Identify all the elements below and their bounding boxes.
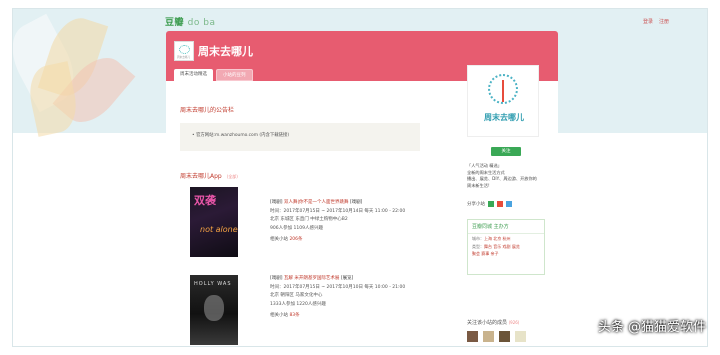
event-related-count[interactable]: 206条	[289, 237, 302, 242]
app-section-label: 周末去哪儿App	[180, 173, 222, 180]
member-avatar[interactable]	[483, 331, 494, 342]
dandelion-stem	[502, 80, 504, 102]
event-title[interactable]: [戏剧] 瓦解 米开朗基罗国际艺术展 [展览]	[270, 275, 470, 284]
board-notice: • 官方网站:m.wanzhoumo.com (内含下载链接)	[180, 123, 420, 151]
event-place: 北京 东城区 东直门 中绿土购物中心B2	[270, 217, 348, 222]
site-tabs: 周末活动精选 小站的豆列	[174, 69, 253, 81]
share-row: 分享小站	[467, 201, 512, 207]
site-description: 「人气活动 精选」 全新的周末生活方式 播出、展览、DIY、周边游、开放你的 周…	[467, 163, 537, 188]
browser-frame: 豆瓣 do ba 登录 注册 周末去哪儿 周末去哪儿 周末活动精选 小站的豆列 …	[12, 8, 708, 347]
app-section-more-link[interactable]: (全部)	[227, 174, 238, 179]
tab-featured-events[interactable]: 周末活动精选	[174, 69, 213, 81]
share-weibo-icon[interactable]	[497, 201, 503, 207]
members-count[interactable]: (926)	[509, 320, 520, 325]
douban-logo[interactable]: 豆瓣 do ba	[165, 15, 215, 28]
event-title[interactable]: [戏剧] 双人舞|你不是一个人面世界跳舞 [戏剧]	[270, 199, 470, 208]
event-related: 相关小站 206条	[270, 237, 303, 242]
poster-subtitle: not alone	[200, 225, 238, 234]
site-brand-card: 周末去哪儿	[467, 65, 539, 137]
brand-name: 周末去哪儿	[484, 113, 524, 122]
organizer-line: 聚会 赛事 亲子	[472, 251, 499, 256]
poster-portrait	[204, 295, 224, 321]
member-avatars	[467, 331, 526, 342]
member-avatar[interactable]	[467, 331, 478, 342]
members-title: 关注该小站的成员 (926)	[467, 320, 520, 326]
register-link[interactable]: 注册	[659, 18, 669, 25]
site-logo-icon	[179, 45, 190, 54]
event-people: 906人参加 1109人感兴趣	[270, 225, 323, 231]
event-people: 1333人参加 1220人感兴趣	[270, 301, 326, 307]
event-poster[interactable]: 双袭 not alone	[190, 187, 238, 257]
event-related-count[interactable]: 83条	[289, 313, 299, 318]
site-title: 周末去哪儿	[198, 45, 253, 58]
app-section-title: 周末去哪儿App (全部)	[180, 171, 238, 180]
event-item: [戏剧] 双人舞|你不是一个人面世界跳舞 [戏剧] 时间：2017年07月15日…	[270, 199, 470, 245]
share-douban-icon[interactable]	[488, 201, 494, 207]
watermark: 头条 @猫猫爱软件	[597, 320, 706, 335]
poster-title: HOLLY WAS	[194, 281, 232, 287]
event-item: [戏剧] 瓦解 米开朗基罗国际艺术展 [展览] 时间：2017年07月15日 ~…	[270, 275, 470, 321]
event-time: 时间：2017年07月15日 ~ 2017年10月10日 每天 10:00 - …	[270, 284, 406, 290]
organizer-line: 类型：舞台 音乐 戏剧 展览	[472, 243, 520, 249]
member-avatar[interactable]	[515, 331, 526, 342]
site-avatar-caption: 周末去哪儿	[177, 56, 190, 59]
login-link[interactable]: 登录	[643, 18, 653, 25]
auth-links: 登录 注册	[643, 18, 669, 25]
organizer-line: 城市：上海 北京 杭州	[472, 236, 511, 241]
event-poster[interactable]: HOLLY WAS	[190, 275, 238, 345]
poster-title: 双袭	[194, 194, 216, 207]
share-label: 分享小站	[467, 202, 485, 207]
event-place: 北京 朝阳区 马家文化中心	[270, 293, 323, 298]
share-qzone-icon[interactable]	[506, 201, 512, 207]
event-related: 相关小站 83条	[270, 313, 300, 318]
site-avatar[interactable]: 周末去哪儿	[174, 41, 194, 61]
tab-doulist[interactable]: 小站的豆列	[216, 69, 253, 81]
member-avatar[interactable]	[499, 331, 510, 342]
organizer-title[interactable]: 豆瓣同城 主办方	[468, 220, 544, 234]
follow-button[interactable]: 关注	[491, 147, 521, 156]
event-time: 时间：2017年07月15日 ~ 2017年10月14日 每天 11:00 - …	[270, 208, 406, 214]
organizer-box: 豆瓣同城 主办方 城市：上海 北京 杭州 类型：舞台 音乐 戏剧 展览 聚会 赛…	[467, 219, 545, 275]
board-title: 周末去哪儿的公告栏	[180, 107, 235, 114]
